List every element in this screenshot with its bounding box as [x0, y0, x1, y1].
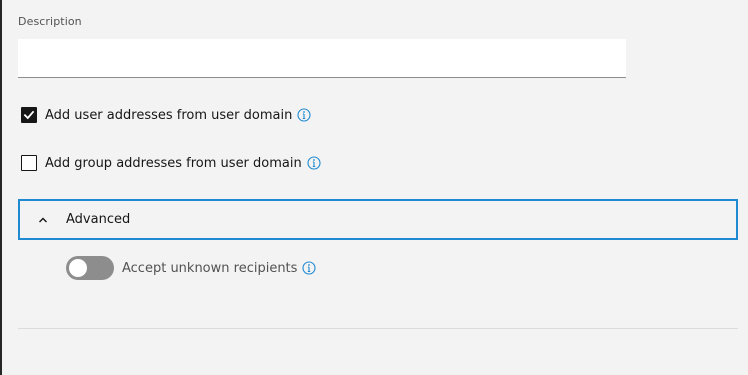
advanced-accordion-header[interactable]: Advanced	[18, 199, 738, 240]
accept-unknown-recipients-label: Accept unknown recipients	[122, 260, 298, 276]
add-group-addresses-checkbox[interactable]	[21, 155, 37, 171]
chevron-up-icon	[37, 214, 49, 226]
accept-unknown-recipients-toggle[interactable]	[66, 256, 114, 280]
info-circle-icon[interactable]	[302, 261, 316, 275]
info-circle-icon[interactable]	[307, 156, 321, 170]
description-input[interactable]	[18, 39, 626, 78]
checkmark-icon	[23, 110, 35, 120]
add-user-addresses-checkbox[interactable]	[21, 107, 37, 123]
section-divider	[18, 328, 738, 329]
toggle-knob	[69, 259, 87, 277]
accept-unknown-recipients-option: Accept unknown recipients	[66, 256, 316, 280]
add-user-addresses-label: Add user addresses from user domain	[45, 107, 293, 123]
add-group-addresses-label: Add group addresses from user domain	[45, 155, 302, 171]
add-user-addresses-option: Add user addresses from user domain	[21, 106, 311, 124]
add-group-addresses-option: Add group addresses from user domain	[21, 154, 321, 172]
advanced-title: Advanced	[66, 212, 131, 227]
panel-left-border	[0, 0, 2, 375]
description-label: Description	[18, 15, 82, 28]
info-circle-icon[interactable]	[297, 108, 311, 122]
